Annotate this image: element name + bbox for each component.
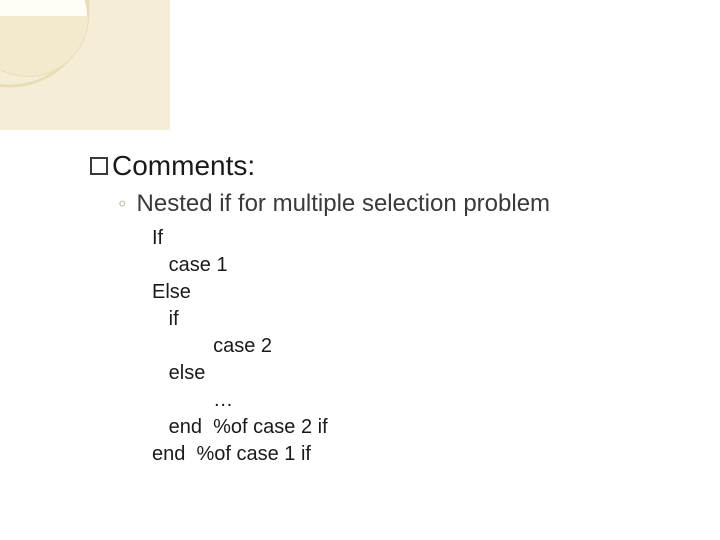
code-line: end %of case 1 if <box>152 441 680 468</box>
ring-bullet-icon: ◦ <box>118 190 127 219</box>
code-line: else <box>152 360 680 387</box>
subheading-text: Nested if for multiple selection problem <box>137 190 551 218</box>
heading-row: Comments: <box>90 150 680 182</box>
subheading-row: ◦ Nested if for multiple selection probl… <box>118 190 680 219</box>
code-line: end %of case 2 if <box>152 414 680 441</box>
code-line: case 2 <box>152 333 680 360</box>
code-line: if <box>152 306 680 333</box>
code-line: … <box>152 387 680 414</box>
slide-content: Comments: ◦ Nested if for multiple selec… <box>90 150 680 468</box>
code-line: If <box>152 225 680 252</box>
heading-text: Comments: <box>112 150 255 182</box>
code-block: If case 1 Else if case 2 else … end %of … <box>152 225 680 468</box>
code-line: case 1 <box>152 252 680 279</box>
corner-decoration <box>0 0 170 130</box>
code-line: Else <box>152 279 680 306</box>
square-bullet-icon <box>90 157 108 175</box>
